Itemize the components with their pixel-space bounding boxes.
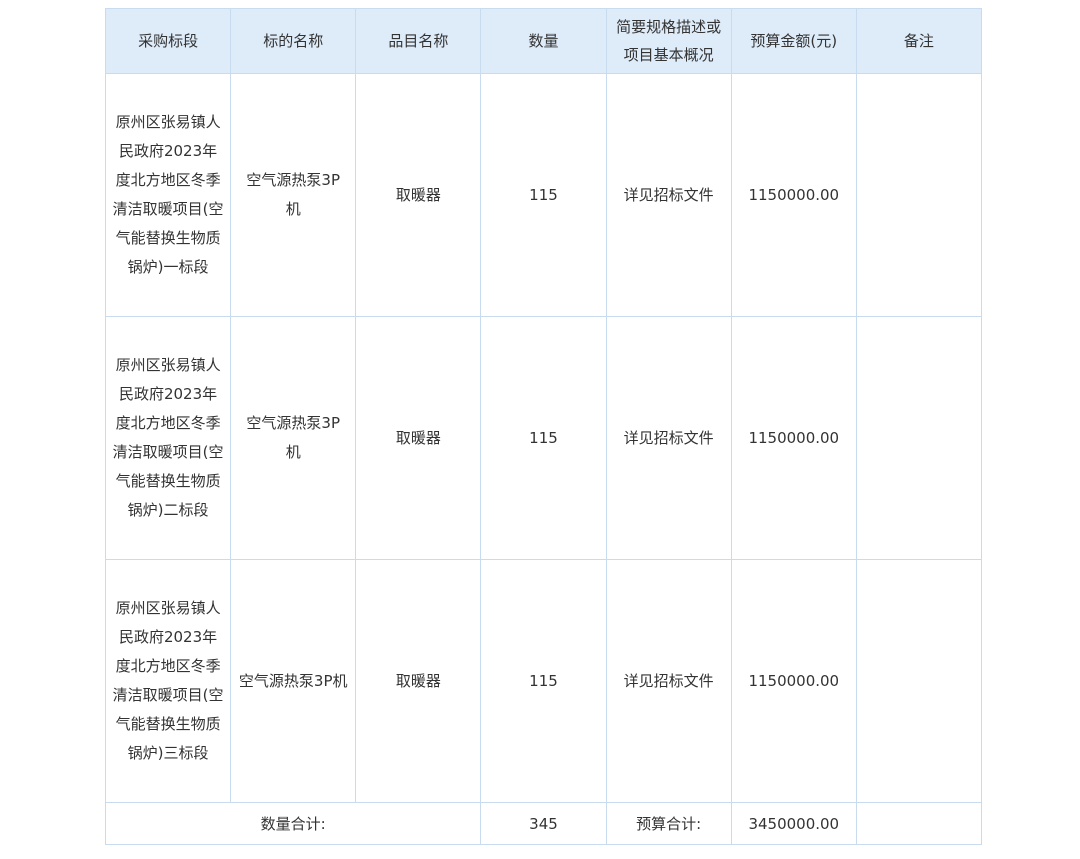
table-row: 原州区张易镇人民政府2023年度北方地区冬季清洁取暖项目(空气能替换生物质锅炉)… (104, 73, 983, 317)
procurement-table: 采购标段 标的名称 品目名称 数量 简要规格描述或项目基本概况 预算金额(元) … (104, 8, 983, 845)
table-row: 原州区张易镇人民政府2023年度北方地区冬季清洁取暖项目(空气能替换生物质锅炉)… (104, 316, 983, 560)
cell-segment: 原州区张易镇人民政府2023年度北方地区冬季清洁取暖项目(空气能替换生物质锅炉)… (104, 559, 232, 803)
summary-quantity-total: 345 (480, 802, 607, 845)
cell-subject: 空气源热泵3P 机 (230, 73, 357, 317)
summary-budget-total: 3450000.00 (730, 802, 857, 845)
procurement-table-container: 采购标段 标的名称 品目名称 数量 简要规格描述或项目基本概况 预算金额(元) … (104, 8, 983, 845)
header-remark: 备注 (855, 8, 983, 74)
header-subject: 标的名称 (230, 8, 357, 74)
cell-quantity: 115 (480, 73, 607, 317)
cell-quantity: 115 (480, 316, 607, 560)
header-category: 品目名称 (355, 8, 482, 74)
cell-segment: 原州区张易镇人民政府2023年度北方地区冬季清洁取暖项目(空气能替换生物质锅炉)… (104, 316, 232, 560)
summary-remark (855, 802, 983, 845)
header-budget: 预算金额(元) (730, 8, 857, 74)
table-header-row: 采购标段 标的名称 品目名称 数量 简要规格描述或项目基本概况 预算金额(元) … (104, 8, 983, 74)
table-row: 原州区张易镇人民政府2023年度北方地区冬季清洁取暖项目(空气能替换生物质锅炉)… (104, 559, 983, 803)
summary-row: 数量合计: 345 预算合计: 3450000.00 (104, 802, 983, 845)
header-segment: 采购标段 (104, 8, 232, 74)
cell-subject: 空气源热泵3P机 (230, 559, 357, 803)
cell-budget: 1150000.00 (730, 559, 857, 803)
cell-remark (855, 316, 983, 560)
cell-spec: 详见招标文件 (605, 559, 732, 803)
cell-segment: 原州区张易镇人民政府2023年度北方地区冬季清洁取暖项目(空气能替换生物质锅炉)… (104, 73, 232, 317)
cell-remark (855, 73, 983, 317)
cell-quantity: 115 (480, 559, 607, 803)
header-quantity: 数量 (480, 8, 607, 74)
summary-quantity-label: 数量合计: (104, 802, 482, 845)
cell-category: 取暖器 (355, 73, 482, 317)
cell-category: 取暖器 (355, 316, 482, 560)
cell-category: 取暖器 (355, 559, 482, 803)
cell-remark (855, 559, 983, 803)
cell-budget: 1150000.00 (730, 73, 857, 317)
cell-subject: 空气源热泵3P 机 (230, 316, 357, 560)
summary-budget-label: 预算合计: (605, 802, 732, 845)
cell-budget: 1150000.00 (730, 316, 857, 560)
header-spec: 简要规格描述或项目基本概况 (605, 8, 732, 74)
cell-spec: 详见招标文件 (605, 316, 732, 560)
cell-spec: 详见招标文件 (605, 73, 732, 317)
